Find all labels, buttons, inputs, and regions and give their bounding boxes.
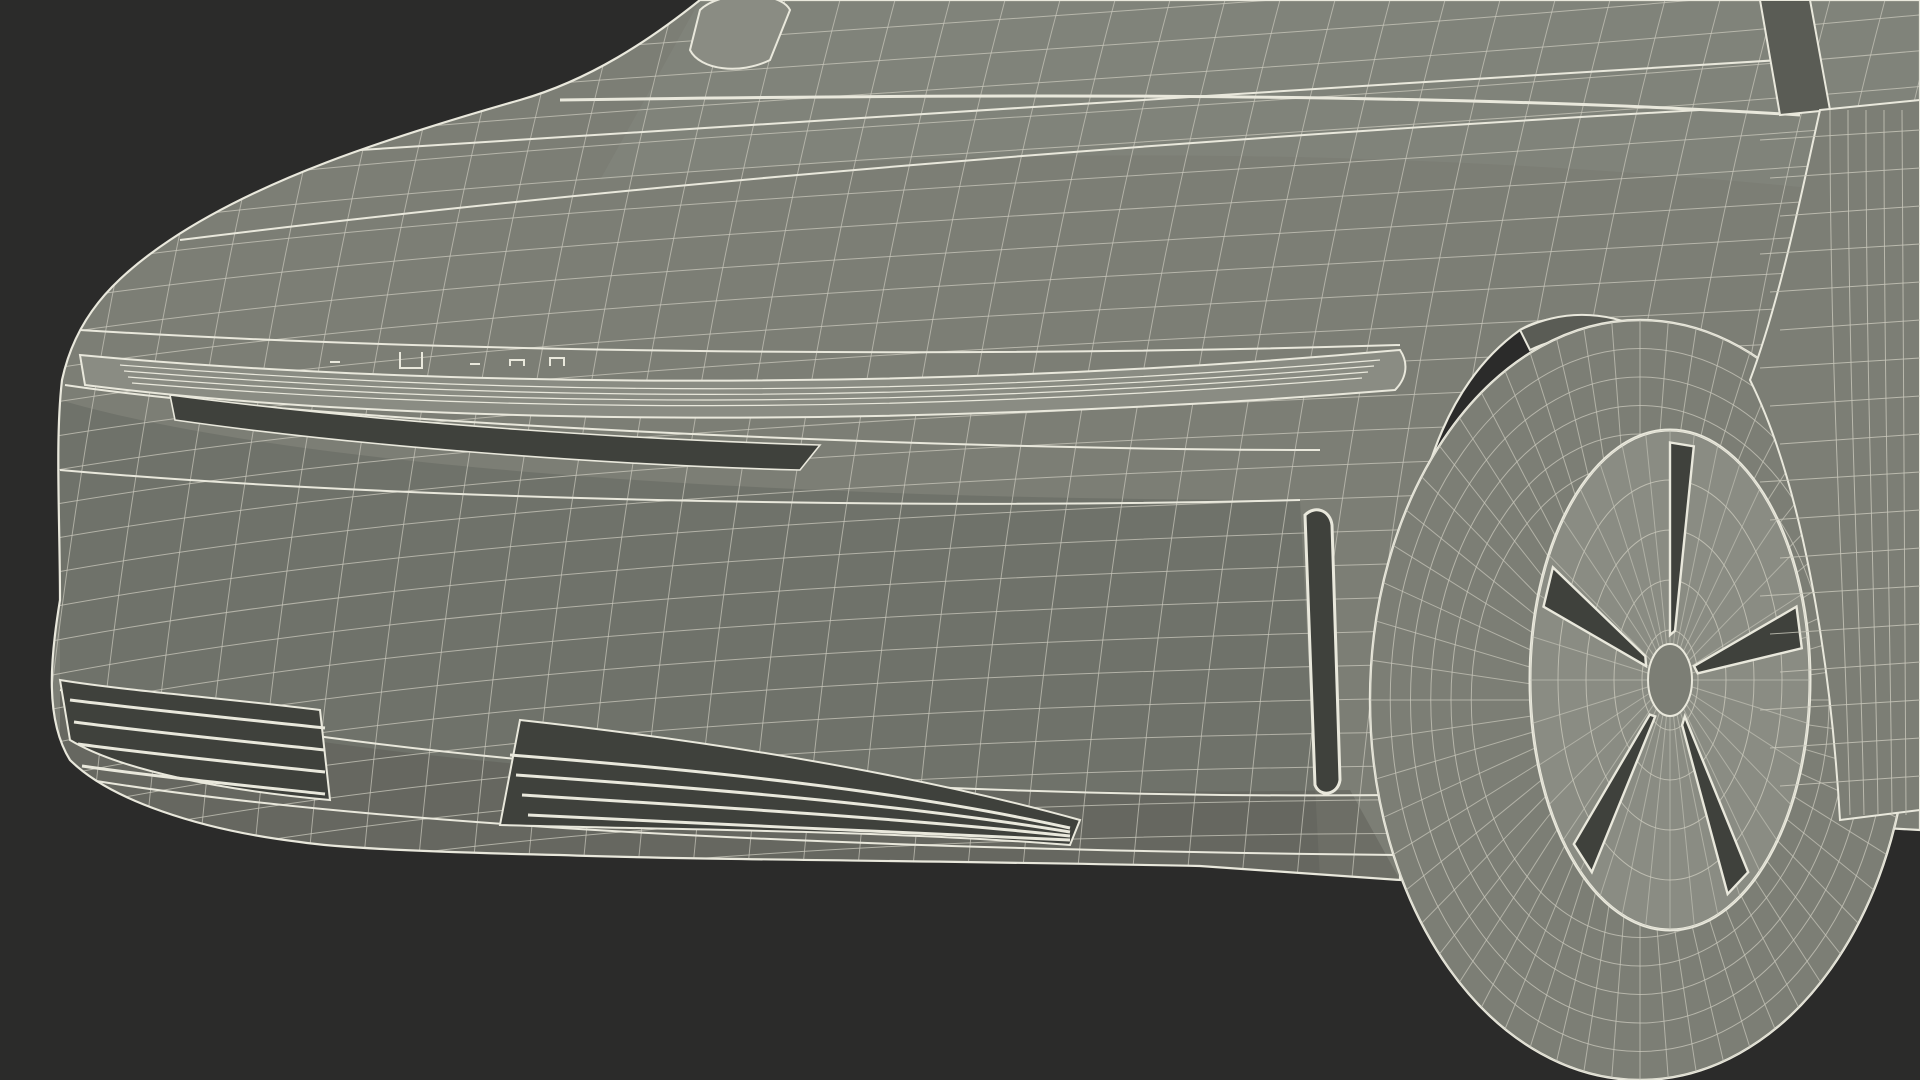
car-wireframe-render <box>0 0 1920 1080</box>
render-viewport <box>0 0 1920 1080</box>
wheel-hub <box>1647 643 1693 717</box>
